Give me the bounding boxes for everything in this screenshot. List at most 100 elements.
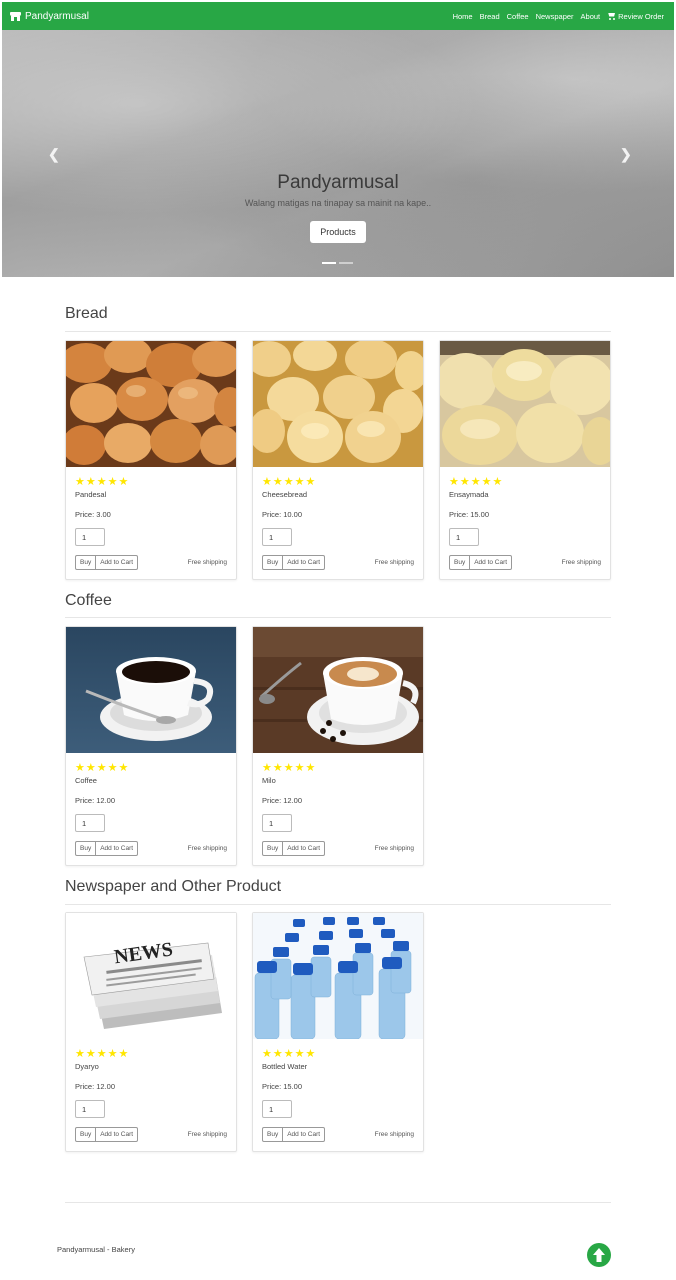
section-title-coffee: Coffee [65,592,112,609]
quantity-input[interactable] [75,528,105,546]
product-card: ★★★★★ Ensaymada Price: 15.00 Buy Add to … [439,340,611,580]
star-icon: ★ [107,476,118,488]
nav-review-order[interactable]: Review Order [607,12,664,21]
star-icon: ★ [449,476,459,488]
star-icon: ★ [85,1048,96,1060]
quantity-input[interactable] [449,528,479,546]
nav-about[interactable]: About [581,12,601,21]
hero-subtitle: Walang matigas na tinapay sa mainit na k… [244,198,432,208]
nav-newspaper[interactable]: Newspaper [536,12,574,21]
star-icon: ★ [118,762,129,774]
hero-carousel: ❮ ❯ Pandyarmusal Walang matigas na tinap… [2,30,674,277]
quantity-input[interactable] [262,528,292,546]
product-name: Dyaryo [75,1062,99,1071]
star-icon: ★ [283,762,294,774]
card-button-group: Buy Add to Cart [75,841,139,856]
star-icon: ★ [96,476,107,488]
rating-stars: ★ ★ ★ ★ ★ [262,1049,315,1060]
star-icon: ★ [75,1048,85,1060]
nav-coffee[interactable]: Coffee [507,12,529,21]
card-button-group: Buy Add to Cart [75,1127,139,1142]
product-price: Price: 10.00 [262,510,303,519]
product-name: Coffee [75,776,97,785]
section-divider [65,617,611,618]
shipping-note: Free shipping [374,1131,414,1138]
star-icon: ★ [107,762,118,774]
carousel-indicators [322,262,353,264]
star-icon: ★ [85,762,96,774]
buy-button[interactable]: Buy [75,841,97,856]
nav-bread[interactable]: Bread [480,12,500,21]
star-icon: ★ [118,476,129,488]
add-to-cart-button[interactable]: Add to Cart [283,841,326,856]
product-card: ★★★★★ Pandesal Price: 3.00 Buy Add to Ca… [65,340,237,580]
product-image-cheesebread [253,341,423,467]
rating-stars: ★ ★ ★ ★ ★ [75,763,128,774]
buy-button[interactable]: Buy [262,555,284,570]
star-icon: ★ [262,762,272,774]
add-to-cart-button[interactable]: Add to Cart [96,841,139,856]
navbar: Pandyarmusal Home Bread Coffee Newspaper… [2,2,674,30]
product-card: ★★★★★ Milo Price: 12.00 Buy Add to Cart … [252,626,424,866]
product-card: ★★★★★ Coffee Price: 12.00 Buy Add to Car… [65,626,237,866]
card-button-group: Buy Add to Cart [262,555,326,570]
shipping-note: Free shipping [187,1131,227,1138]
product-name: Ensaymada [449,490,489,499]
star-icon: ★ [481,476,492,488]
card-button-group: Buy Add to Cart [75,555,139,570]
add-to-cart-button[interactable]: Add to Cart [96,1127,139,1142]
quantity-input[interactable] [262,814,292,832]
star-icon: ★ [305,1048,316,1060]
buy-button[interactable]: Buy [75,555,97,570]
shipping-note: Free shipping [374,559,414,566]
rating-stars: ★ ★ ★ ★ ★ [262,763,315,774]
shipping-note: Free shipping [561,559,601,566]
nav-home[interactable]: Home [453,12,473,21]
brand-name: Pandyarmusal [25,10,89,22]
product-name: Milo [262,776,276,785]
product-image-dyaryo: NEWS [66,913,236,1039]
quantity-input[interactable] [75,1100,105,1118]
quantity-input[interactable] [262,1100,292,1118]
product-name: Cheesebread [262,490,308,499]
rating-stars: ★ ★ ★ ★ ★ [75,477,128,488]
card-button-group: Buy Add to Cart [262,1127,326,1142]
section-divider [65,904,611,905]
product-price: Price: 12.00 [262,796,303,805]
add-to-cart-button[interactable]: Add to Cart [470,555,513,570]
buy-button[interactable]: Buy [449,555,471,570]
chevron-left-icon[interactable]: ❮ [48,146,60,163]
star-icon: ★ [272,762,283,774]
carousel-indicator[interactable] [322,262,336,264]
section-divider [65,331,611,332]
star-icon: ★ [272,1048,283,1060]
add-to-cart-button[interactable]: Add to Cart [283,1127,326,1142]
star-icon: ★ [283,1048,294,1060]
buy-button[interactable]: Buy [262,841,284,856]
buy-button[interactable]: Buy [75,1127,97,1142]
review-order-label: Review Order [618,11,664,21]
shipping-note: Free shipping [374,845,414,852]
products-button[interactable]: Products [310,221,366,243]
star-icon: ★ [272,476,283,488]
product-image-pandesal [66,341,236,467]
add-to-cart-button[interactable]: Add to Cart [96,555,139,570]
card-button-group: Buy Add to Cart [449,555,513,570]
store-icon [10,11,21,21]
add-to-cart-button[interactable]: Add to Cart [283,555,326,570]
star-icon: ★ [96,1048,107,1060]
brand-link[interactable]: Pandyarmusal [10,11,89,22]
product-name: Bottled Water [262,1062,308,1071]
carousel-indicator[interactable] [339,262,353,264]
star-icon: ★ [294,476,305,488]
product-price: Price: 12.00 [75,1082,116,1091]
product-card: NEWS ★★★★★ Dyaryo Price: 12.00 Buy Add t… [65,912,237,1152]
star-icon: ★ [459,476,470,488]
product-price: Price: 15.00 [449,510,490,519]
quantity-input[interactable] [75,814,105,832]
buy-button[interactable]: Buy [262,1127,284,1142]
star-icon: ★ [85,476,96,488]
arrow-up-circle-icon[interactable] [587,1243,611,1267]
chevron-right-icon[interactable]: ❯ [620,146,632,163]
product-image-coffee [66,627,236,753]
